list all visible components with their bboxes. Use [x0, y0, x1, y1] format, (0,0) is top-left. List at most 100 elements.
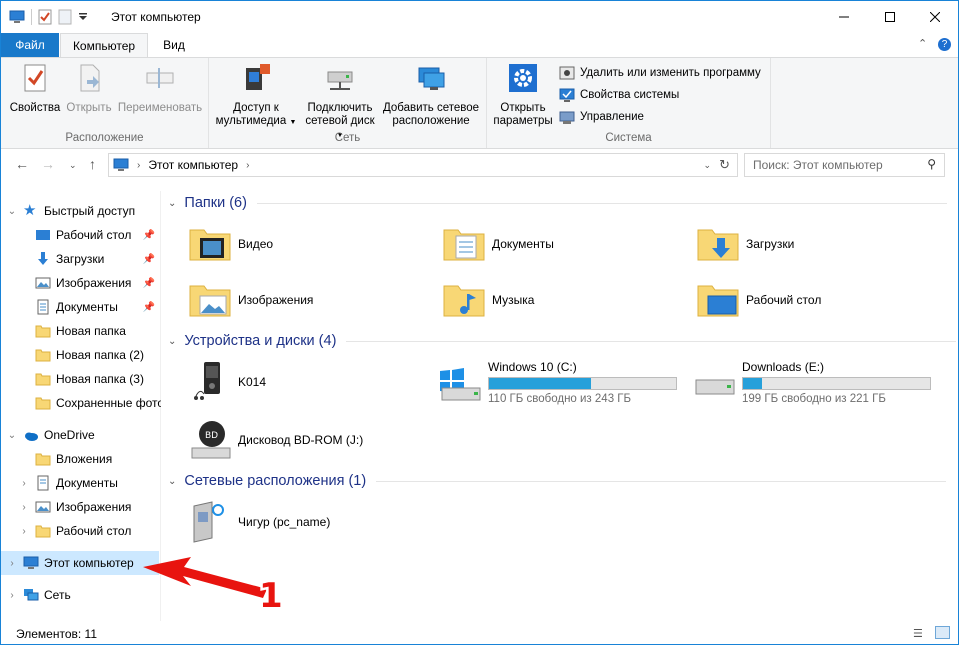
properties-label: Свойства [9, 102, 61, 114]
collapsed-chevron-icon[interactable]: › [7, 558, 17, 569]
properties-qat-icon[interactable] [38, 9, 52, 25]
collapsed-chevron-icon[interactable]: › [19, 478, 29, 489]
forward-button[interactable]: → [41, 156, 55, 172]
nav-item-desktop[interactable]: Рабочий стол 📌 [1, 223, 161, 247]
expanded-chevron-icon[interactable]: ⌄ [7, 206, 17, 217]
large-icons-view-icon[interactable] [935, 626, 950, 639]
drive-e-usage-bar [742, 376, 931, 390]
maximize-button[interactable] [867, 1, 913, 33]
device-tile-bd-rom[interactable]: BD Дисковод BD-ROM (J:) [186, 413, 363, 467]
section-network-header[interactable]: ⌄ Сетевые расположения (1) [168, 473, 947, 489]
nav-item-label: Документы [56, 476, 118, 490]
nav-this-pc[interactable]: › Этот компьютер [1, 551, 159, 575]
search-input[interactable]: Поиск: Этот компьютер ⚲ [744, 153, 945, 177]
properties-button[interactable]: Свойства [7, 62, 63, 115]
pin-icon: 📌 [142, 301, 155, 313]
nav-onedrive-pictures[interactable]: › Изображения [1, 495, 161, 519]
nav-item-downloads[interactable]: Загрузки 📌 [1, 247, 161, 271]
expanded-chevron-icon[interactable]: ⌄ [168, 336, 176, 347]
network-drive-icon [327, 71, 353, 90]
minimize-button[interactable] [821, 1, 867, 33]
management-button[interactable]: Управление [559, 107, 644, 127]
nav-onedrive-attachments[interactable]: Вложения [1, 447, 161, 471]
folder-tile-downloads[interactable]: Загрузки [694, 217, 794, 271]
tile-label: K014 [238, 375, 267, 389]
nav-item-label: Изображения [56, 276, 132, 290]
breadcrumb-chevron-icon[interactable]: › [246, 160, 249, 171]
folder-tile-desktop[interactable]: Рабочий стол [694, 273, 821, 327]
collapsed-chevron-icon[interactable]: › [19, 526, 29, 537]
tab-file[interactable]: Файл [1, 33, 59, 57]
access-media-button[interactable]: Доступ к мультимедиа ▼ [215, 62, 297, 129]
folder-tile-documents[interactable]: Документы [440, 217, 554, 271]
map-network-drive-button[interactable]: Подключить сетевой диск ▼ [301, 62, 379, 142]
qat-dropdown-icon[interactable] [78, 12, 88, 22]
network-location-icon [418, 67, 445, 90]
drive-c-usage-bar [488, 376, 677, 390]
collapsed-chevron-icon[interactable]: › [19, 502, 29, 513]
title-bar: Этот компьютер [1, 1, 958, 33]
nav-item-new-folder-3[interactable]: Новая папка (3) [1, 367, 161, 391]
close-button[interactable] [912, 1, 958, 33]
nav-quick-access[interactable]: ⌄ ★ Быстрый доступ [1, 199, 161, 223]
minimize-icon [839, 16, 849, 18]
uninstall-icon [559, 66, 575, 80]
refresh-icon[interactable]: ↻ [719, 157, 730, 173]
nav-item-label: Документы [56, 300, 118, 314]
network-tile-chigur[interactable]: Чигур (pc_name) [186, 495, 330, 549]
add-network-location-button[interactable]: Добавить сетевое расположение [381, 62, 481, 128]
collapsed-chevron-icon[interactable]: › [7, 590, 17, 601]
close-icon [930, 12, 940, 22]
open-button[interactable]: Открыть [63, 62, 115, 115]
section-folders-header[interactable]: ⌄ Папки (6) [168, 195, 947, 211]
system-properties-button[interactable]: Свойства системы [559, 85, 679, 105]
address-dropdown-icon[interactable]: ⌄ [703, 160, 711, 171]
tab-view[interactable]: Вид [149, 33, 199, 57]
breadcrumb-chevron-icon[interactable]: › [137, 160, 140, 171]
folder-icon [35, 325, 51, 338]
status-bar: Элементов: 11 ☰ [1, 623, 958, 644]
details-view-icon[interactable]: ☰ [913, 627, 923, 640]
nav-item-new-folder[interactable]: Новая папка [1, 319, 161, 343]
nav-item-pictures[interactable]: Изображения 📌 [1, 271, 161, 295]
drive-tile-c[interactable]: Windows 10 (C:) 110 ГБ свободно из 243 Г… [436, 355, 677, 409]
help-icon[interactable]: ? [938, 38, 951, 51]
open-settings-label-1: Открыть [500, 102, 546, 114]
nav-network[interactable]: › Сеть [1, 583, 161, 607]
folder-tile-videos[interactable]: Видео [186, 217, 273, 271]
expanded-chevron-icon[interactable]: ⌄ [7, 430, 17, 441]
tile-label: Загрузки [746, 237, 795, 251]
expanded-chevron-icon[interactable]: ⌄ [168, 198, 176, 209]
documents-icon [37, 475, 49, 491]
recent-locations-button[interactable]: ⌄ [69, 160, 77, 171]
item-count: Элементов: 11 [16, 626, 97, 641]
section-devices-header[interactable]: ⌄ Устройства и диски (4) [168, 333, 957, 349]
tab-computer[interactable]: Компьютер [60, 33, 148, 58]
breadcrumb-this-pc[interactable]: Этот компьютер [148, 158, 238, 172]
up-button[interactable]: ↑ [89, 156, 96, 172]
open-settings-button[interactable]: Открыть параметры [491, 62, 555, 128]
content-area: ⌄ Папки (6) Видео Документы Загрузки Изо… [162, 187, 958, 621]
nav-item-label: Изображения [56, 500, 132, 514]
back-button[interactable]: ← [15, 156, 29, 172]
address-bar[interactable]: › Этот компьютер › ⌄ ↻ [108, 153, 738, 177]
folder-tile-music[interactable]: Музыка [440, 273, 534, 327]
folder-tile-pictures[interactable]: Изображения [186, 273, 313, 327]
drive-tile-e[interactable]: Downloads (E:) 199 ГБ свободно из 221 ГБ [690, 355, 931, 409]
device-tile-k014[interactable]: K014 [186, 355, 266, 409]
nav-item-new-folder-2[interactable]: Новая папка (2) [1, 343, 161, 367]
nav-item-saved-photos[interactable]: Сохраненные фото [1, 391, 161, 415]
rename-button[interactable]: Переименовать [115, 62, 205, 115]
new-folder-qat-icon[interactable] [58, 9, 72, 25]
expanded-chevron-icon[interactable]: ⌄ [168, 476, 176, 487]
nav-onedrive-desktop[interactable]: › Рабочий стол [1, 519, 161, 543]
nav-item-label: Загрузки [56, 252, 105, 266]
uninstall-program-button[interactable]: Удалить или изменить программу [559, 63, 761, 83]
nav-item-documents[interactable]: Документы 📌 [1, 295, 161, 319]
nav-onedrive-documents[interactable]: › Документы [1, 471, 161, 495]
add-location-label-2: расположение [392, 115, 470, 127]
tile-label: Видео [238, 237, 274, 251]
nav-onedrive[interactable]: ⌄ OneDrive [1, 423, 161, 447]
open-icon [80, 64, 100, 92]
collapse-ribbon-icon[interactable]: ⌃ [918, 37, 927, 50]
